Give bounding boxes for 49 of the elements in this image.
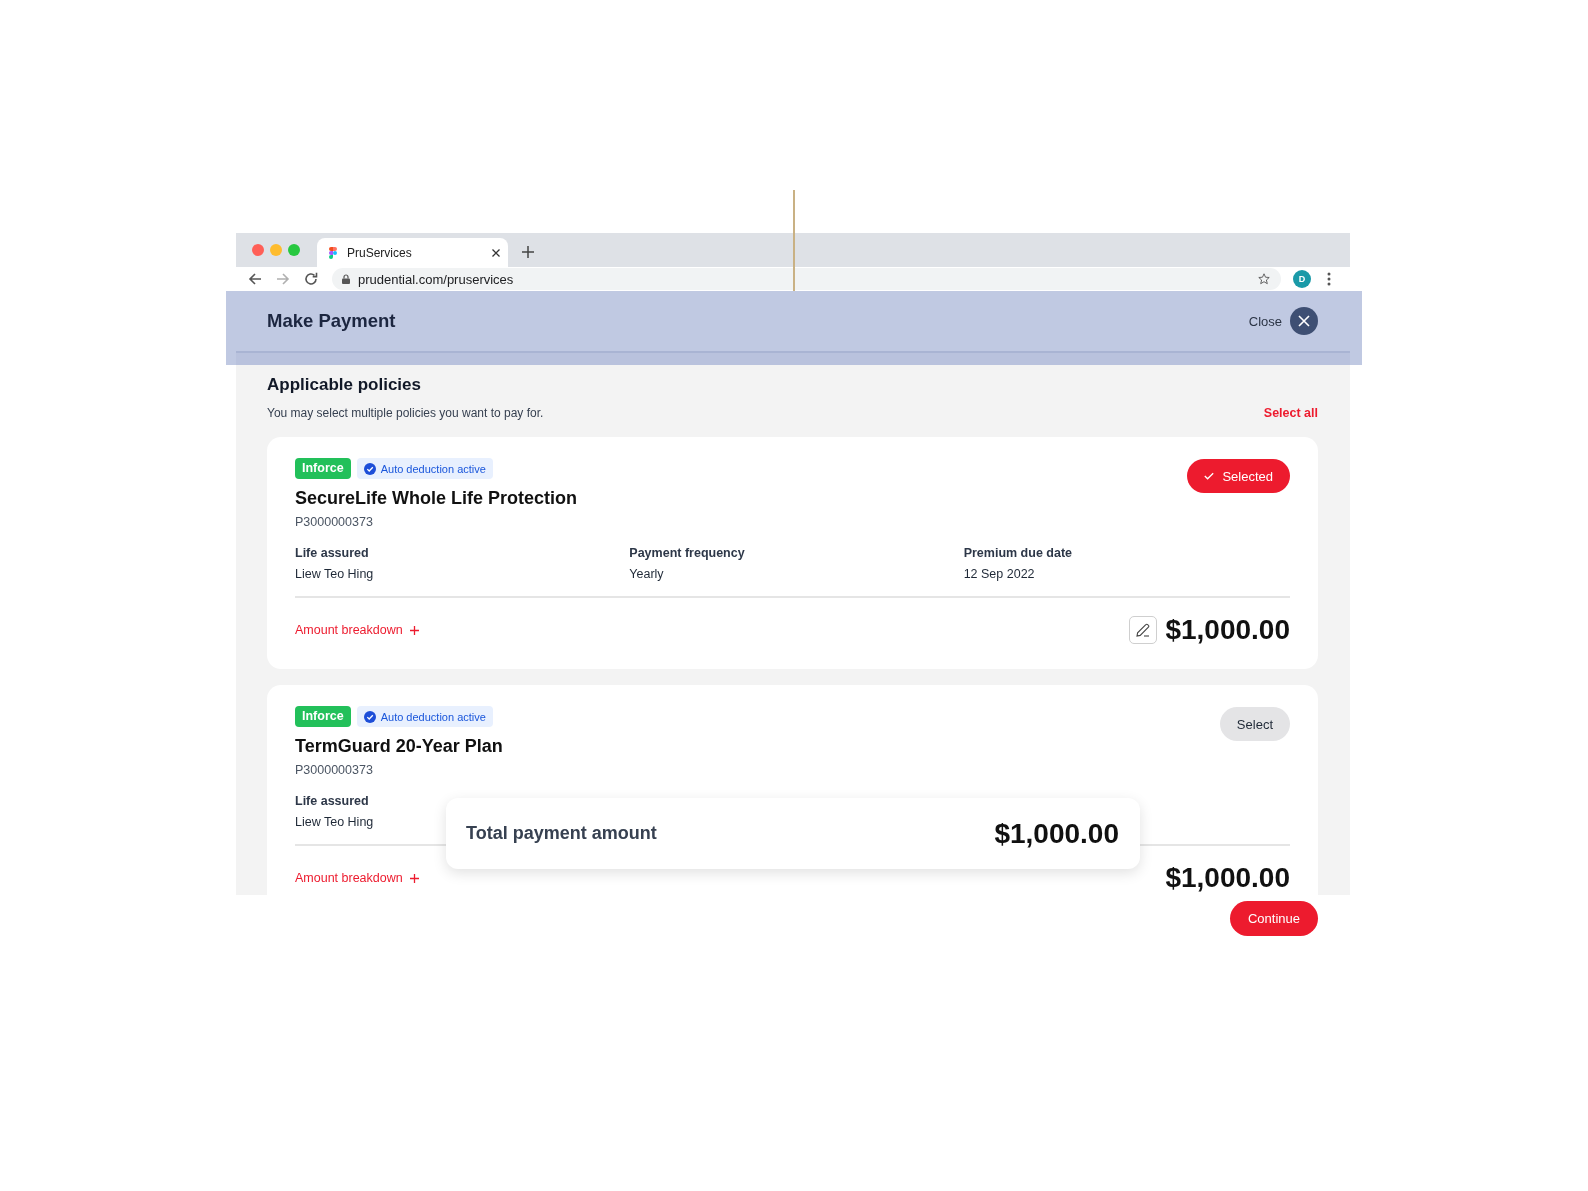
policy-number: P3000000373 xyxy=(295,514,373,531)
address-bar[interactable]: prudential.com/pruservices xyxy=(332,268,1281,290)
close-button[interactable]: Close xyxy=(1248,307,1318,335)
check-icon xyxy=(1204,472,1215,480)
close-tab-icon[interactable] xyxy=(492,248,500,257)
amount-breakdown-link[interactable]: Amount breakdown xyxy=(295,623,419,637)
status-badge: Inforce xyxy=(295,458,351,479)
favicon-icon xyxy=(329,246,337,259)
field-label: Life assured xyxy=(295,793,369,810)
section-title: Applicable policies xyxy=(267,374,421,396)
profile-button[interactable]: D xyxy=(1293,270,1311,288)
field-value: Liew Teo Hing xyxy=(295,814,374,831)
plus-icon xyxy=(409,873,419,883)
continue-button[interactable]: Continue xyxy=(1229,901,1318,936)
section-subtitle: You may select multiple policies you want to pay for. xyxy=(267,405,544,421)
field-value: Liew Teo Hing xyxy=(295,566,374,583)
lock-icon xyxy=(342,274,350,284)
modal-title: Make Payment xyxy=(267,310,396,332)
pencil-icon xyxy=(1135,622,1152,638)
total-amount: $1,000.00 xyxy=(994,817,1119,850)
check-circle-icon xyxy=(363,710,376,723)
policy-amount: $1,000.00 xyxy=(1165,613,1290,647)
policy-title: TermGuard 20-Year Plan xyxy=(295,735,503,758)
policy-number: P3000000373 xyxy=(295,762,373,779)
back-icon[interactable] xyxy=(248,272,262,286)
plus-icon xyxy=(409,625,419,635)
field-label: Life assured xyxy=(295,545,369,562)
policy-amount: $1,000.00 xyxy=(1165,861,1290,895)
select-button[interactable]: Select xyxy=(1219,707,1290,741)
amount-breakdown-link[interactable]: Amount breakdown xyxy=(295,871,419,885)
total-label: Total payment amount xyxy=(466,823,657,844)
auto-deduction-label: Auto deduction active xyxy=(380,710,486,723)
reload-icon[interactable] xyxy=(304,272,318,286)
check-circle-icon xyxy=(363,462,376,475)
status-badge: Inforce xyxy=(295,706,351,727)
field-label: Premium due date xyxy=(963,545,1073,562)
more-menu-icon[interactable] xyxy=(1327,272,1331,286)
policy-title: SecureLife Whole Life Protection xyxy=(295,487,578,510)
field-label: Payment frequency xyxy=(629,545,745,562)
edit-button[interactable] xyxy=(1129,616,1158,644)
new-tab-icon[interactable] xyxy=(522,246,534,258)
bookmark-star-icon[interactable] xyxy=(1258,273,1270,285)
select-all-link[interactable]: Select all xyxy=(1263,405,1318,421)
auto-deduction-label: Auto deduction active xyxy=(380,462,486,475)
field-value: Yearly xyxy=(629,566,664,583)
close-icon xyxy=(1290,307,1318,335)
selected-button[interactable]: Selected xyxy=(1187,459,1290,493)
browser-tab[interactable]: PruServices xyxy=(317,238,508,267)
field-value: 12 Sep 2022 xyxy=(963,566,1035,583)
